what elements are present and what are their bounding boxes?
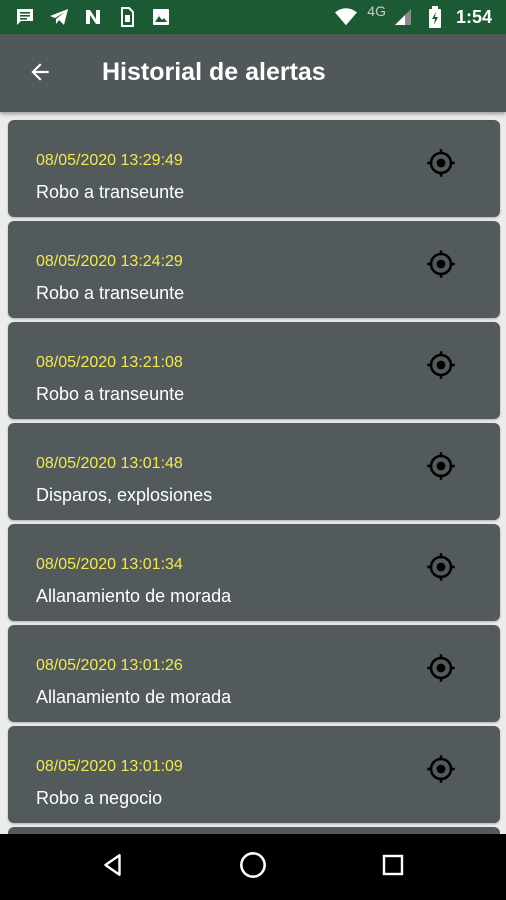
app-bar: Historial de alertas xyxy=(0,34,506,112)
notification-icons xyxy=(14,6,172,28)
alert-type: Robo a transeunte xyxy=(36,182,185,202)
gps-target-icon xyxy=(426,552,456,587)
locate-button[interactable] xyxy=(424,552,458,586)
home-circle-icon xyxy=(239,851,267,884)
gps-target-icon xyxy=(426,249,456,284)
gps-target-icon xyxy=(426,350,456,385)
locate-button[interactable] xyxy=(424,148,458,182)
locate-button[interactable] xyxy=(424,754,458,788)
alert-datetime: 08/05/2020 13:01:26 xyxy=(36,657,183,674)
alert-datetime: 08/05/2020 13:01:34 xyxy=(36,556,183,573)
alert-card[interactable]: 08/05/2020 13:01:34 Allanamiento de mora… xyxy=(8,524,500,621)
alert-type: Robo a transeunte xyxy=(36,384,185,404)
wifi-icon xyxy=(335,6,358,28)
alert-datetime: 08/05/2020 13:01:48 xyxy=(36,455,183,472)
alert-card[interactable]: 08/05/2020 13:21:08 Robo a transeunte xyxy=(8,322,500,419)
battery-icon xyxy=(424,6,446,28)
network-type: 4G xyxy=(367,3,386,19)
recents-square-icon xyxy=(381,853,405,882)
back-button[interactable] xyxy=(22,56,58,92)
clock: 1:54 xyxy=(455,6,492,27)
alert-type: Robo a transeunte xyxy=(36,283,185,303)
alert-type: Allanamiento de morada xyxy=(36,687,232,707)
alert-datetime: 08/05/2020 13:01:09 xyxy=(36,758,183,775)
image-icon xyxy=(150,6,172,28)
message-icon xyxy=(14,6,36,28)
page-title: Historial de alertas xyxy=(102,58,326,86)
system-indicators: 4G 1:54 xyxy=(335,3,492,29)
gps-target-icon xyxy=(426,754,456,789)
nav-home-button[interactable] xyxy=(237,851,269,883)
alert-type: Robo a negocio xyxy=(36,788,163,808)
alert-card[interactable]: 08/05/2020 13:01:26 Allanamiento de mora… xyxy=(8,625,500,722)
alert-type: Allanamiento de morada xyxy=(36,586,232,606)
locate-button[interactable] xyxy=(424,451,458,485)
alert-card[interactable]: 08/05/2020 13:01:09 Robo a negocio xyxy=(8,726,500,823)
back-triangle-icon xyxy=(100,852,126,883)
locate-button[interactable] xyxy=(424,653,458,687)
alert-type: Disparos, explosiones xyxy=(36,485,213,505)
alert-datetime: 08/05/2020 13:24:29 xyxy=(36,253,183,270)
gps-target-icon xyxy=(426,653,456,688)
alert-card[interactable]: 08/05/2020 13:01:48 Disparos, explosione… xyxy=(8,423,500,520)
locate-button[interactable] xyxy=(424,249,458,283)
nav-recents-button[interactable] xyxy=(377,851,409,883)
n-app-icon xyxy=(82,6,104,28)
gps-target-icon xyxy=(426,148,456,183)
alert-card[interactable]: 08/05/2020 13:24:29 Robo a transeunte xyxy=(8,221,500,318)
telegram-icon xyxy=(48,6,70,28)
alert-card[interactable]: 08/05/2020 13:29:49 Robo a transeunte xyxy=(8,120,500,217)
signal-icon xyxy=(392,6,414,28)
status-bar: 4G 1:54 xyxy=(0,0,506,34)
nav-back-button[interactable] xyxy=(97,851,129,883)
arrow-back-icon xyxy=(27,59,53,90)
alert-datetime: 08/05/2020 13:29:49 xyxy=(36,152,183,169)
sim-card-icon xyxy=(116,6,138,28)
gps-target-icon xyxy=(426,451,456,486)
alert-datetime: 08/05/2020 13:21:08 xyxy=(36,354,183,371)
locate-button[interactable] xyxy=(424,350,458,384)
alert-list[interactable]: 08/05/2020 13:29:49 Robo a transeunte 08… xyxy=(8,120,500,837)
navigation-bar xyxy=(0,834,506,900)
